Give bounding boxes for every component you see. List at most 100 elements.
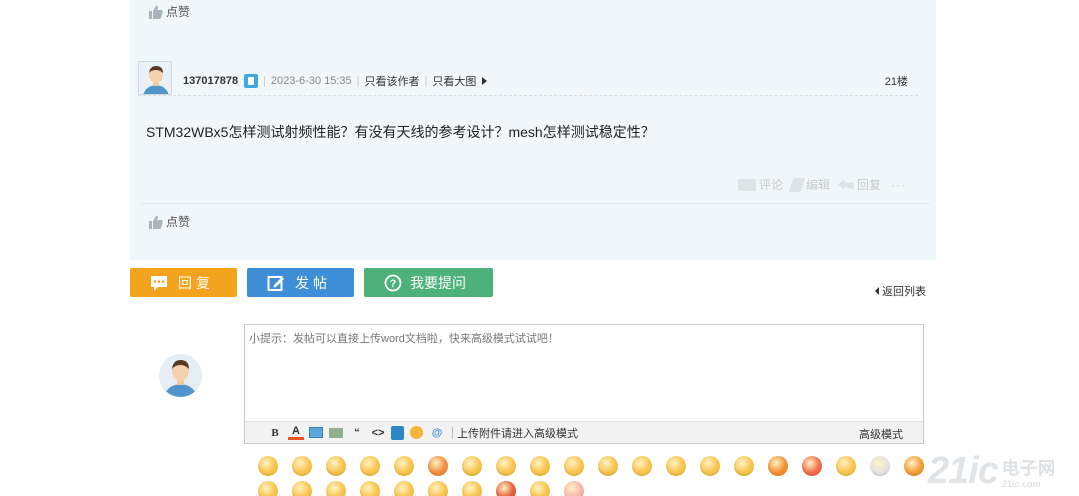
smiley-icon[interactable] bbox=[428, 481, 448, 496]
edit-label: 编辑 bbox=[805, 178, 830, 192]
reply-button[interactable]: 回复 bbox=[130, 268, 237, 297]
separator: | bbox=[424, 75, 428, 87]
ask-question-button[interactable]: ? 我要提问 bbox=[364, 268, 493, 297]
smiley-icon[interactable] bbox=[292, 481, 312, 496]
reply-button-label: 回复 bbox=[178, 274, 214, 291]
smiley-icon[interactable] bbox=[666, 456, 686, 476]
smiley-icon[interactable] bbox=[870, 456, 890, 476]
smiley-icon[interactable] bbox=[530, 456, 550, 476]
smiley-icon[interactable] bbox=[836, 456, 856, 476]
smiley-icon[interactable] bbox=[394, 481, 414, 496]
smiley-icon[interactable] bbox=[428, 456, 448, 476]
smiley-icon[interactable] bbox=[496, 481, 516, 496]
user-avatar-icon bbox=[159, 354, 202, 397]
reply-textarea[interactable] bbox=[245, 325, 923, 421]
smiley-icon[interactable] bbox=[258, 481, 278, 496]
only-image-link[interactable]: 只看大图 bbox=[432, 73, 476, 89]
like-button[interactable]: 点赞 bbox=[148, 213, 190, 230]
emoji-icon[interactable] bbox=[410, 426, 423, 439]
new-post-label: 发帖 bbox=[295, 274, 331, 291]
smiley-icon[interactable] bbox=[632, 456, 652, 476]
smiley-icon[interactable] bbox=[462, 456, 482, 476]
watermark-logo: 21ic bbox=[928, 450, 999, 492]
smiley-icon[interactable] bbox=[564, 481, 584, 496]
user-avatar-icon bbox=[139, 62, 171, 94]
post-timestamp: 2023-6-30 15:35 bbox=[270, 75, 352, 87]
thumbs-up-icon bbox=[149, 5, 163, 19]
smiley-icon[interactable] bbox=[734, 456, 754, 476]
smiley-icon[interactable] bbox=[598, 456, 618, 476]
like-label: 点赞 bbox=[166, 5, 191, 19]
reply-arrow-icon bbox=[837, 179, 854, 190]
smiley-icon[interactable] bbox=[292, 456, 312, 476]
smiley-icon[interactable] bbox=[326, 481, 346, 496]
attachment-icon[interactable] bbox=[329, 427, 343, 438]
upload-attachment-link[interactable]: 上传附件请进入高级模式 bbox=[457, 425, 578, 441]
current-user-avatar bbox=[159, 354, 202, 397]
avatar[interactable] bbox=[138, 61, 172, 95]
trash-icon[interactable] bbox=[391, 425, 404, 440]
user-badge-icon[interactable] bbox=[244, 74, 259, 88]
smiley-icon[interactable] bbox=[700, 456, 720, 476]
smiley-icon[interactable] bbox=[768, 456, 788, 476]
toolbar-separator bbox=[452, 426, 453, 439]
editor-toolbar: B A “ <> @ 上传附件请进入高级模式 高级模式 bbox=[245, 421, 923, 443]
smiley-icon[interactable] bbox=[258, 456, 278, 476]
quote-button[interactable]: “ bbox=[349, 425, 365, 441]
play-arrow-icon[interactable] bbox=[482, 77, 488, 85]
watermark-cn: 电子网 bbox=[1001, 459, 1056, 478]
divider bbox=[140, 203, 930, 204]
ask-question-label: 我要提问 bbox=[410, 274, 466, 291]
code-button[interactable]: <> bbox=[370, 425, 386, 441]
site-watermark: 21ic 电子网 21ic.com bbox=[928, 450, 1056, 493]
edit-button[interactable]: 编辑 bbox=[788, 176, 830, 193]
smiley-icon[interactable] bbox=[530, 481, 550, 496]
reply-editor: B A “ <> @ 上传附件请进入高级模式 高级模式 bbox=[244, 324, 924, 444]
only-author-link[interactable]: 只看该作者 bbox=[365, 73, 420, 89]
chat-bubble-icon bbox=[151, 275, 167, 291]
post-header: 137017878 | 2023-6-30 15:35 | 只看该作者 | 只看… bbox=[138, 61, 918, 96]
comment-label: 评论 bbox=[758, 178, 783, 192]
svg-text:?: ? bbox=[390, 278, 397, 290]
post-meta: 137017878 | 2023-6-30 15:35 | 只看该作者 | 只看… bbox=[183, 73, 488, 89]
post-actions: 评论 编辑 回复 ··· bbox=[730, 176, 906, 193]
smiley-icon[interactable] bbox=[326, 456, 346, 476]
reply-link[interactable]: 回复 bbox=[837, 176, 881, 193]
more-options-icon[interactable]: ··· bbox=[891, 178, 906, 192]
smiley-row bbox=[258, 481, 918, 496]
pencil-icon bbox=[788, 177, 806, 192]
smiley-icon[interactable] bbox=[496, 456, 516, 476]
insert-image-icon[interactable] bbox=[309, 427, 323, 438]
post-content: STM32WBx5怎样测试射频性能？有没有天线的参考设计？mesh怎样测试稳定性… bbox=[146, 124, 655, 140]
advanced-mode-link[interactable]: 高级模式 bbox=[859, 426, 903, 442]
comment-button[interactable]: 评论 bbox=[737, 176, 783, 193]
like-label: 点赞 bbox=[166, 215, 191, 229]
mention-button[interactable]: @ bbox=[429, 425, 445, 441]
smiley-icon[interactable] bbox=[462, 481, 482, 496]
thumbs-up-icon bbox=[149, 215, 163, 229]
smiley-icon[interactable] bbox=[564, 456, 584, 476]
back-to-list-label: 返回列表 bbox=[882, 286, 926, 298]
like-button-previous[interactable]: 点赞 bbox=[148, 3, 190, 20]
smiley-icon[interactable] bbox=[360, 456, 380, 476]
separator: | bbox=[356, 75, 360, 87]
new-post-button[interactable]: 发帖 bbox=[247, 268, 354, 297]
smiley-panel bbox=[258, 456, 924, 496]
bold-button[interactable]: B bbox=[267, 425, 283, 441]
separator: | bbox=[263, 75, 266, 87]
smiley-icon[interactable] bbox=[360, 481, 380, 496]
edit-square-icon bbox=[267, 275, 284, 291]
reply-label: 回复 bbox=[856, 178, 881, 192]
watermark-text: 电子网 21ic.com bbox=[1002, 454, 1056, 489]
smiley-icon[interactable] bbox=[802, 456, 822, 476]
comment-icon bbox=[737, 178, 756, 191]
smiley-icon[interactable] bbox=[904, 456, 924, 476]
watermark-en: 21ic.com bbox=[1001, 479, 1041, 489]
username[interactable]: 137017878 bbox=[183, 75, 238, 87]
font-color-button[interactable]: A bbox=[288, 425, 304, 440]
smiley-row bbox=[258, 456, 924, 481]
smiley-icon[interactable] bbox=[394, 456, 414, 476]
question-circle-icon: ? bbox=[384, 274, 402, 291]
floor-number[interactable]: 21楼 bbox=[885, 73, 908, 89]
back-to-list-link[interactable]: 返回列表 bbox=[875, 283, 926, 299]
